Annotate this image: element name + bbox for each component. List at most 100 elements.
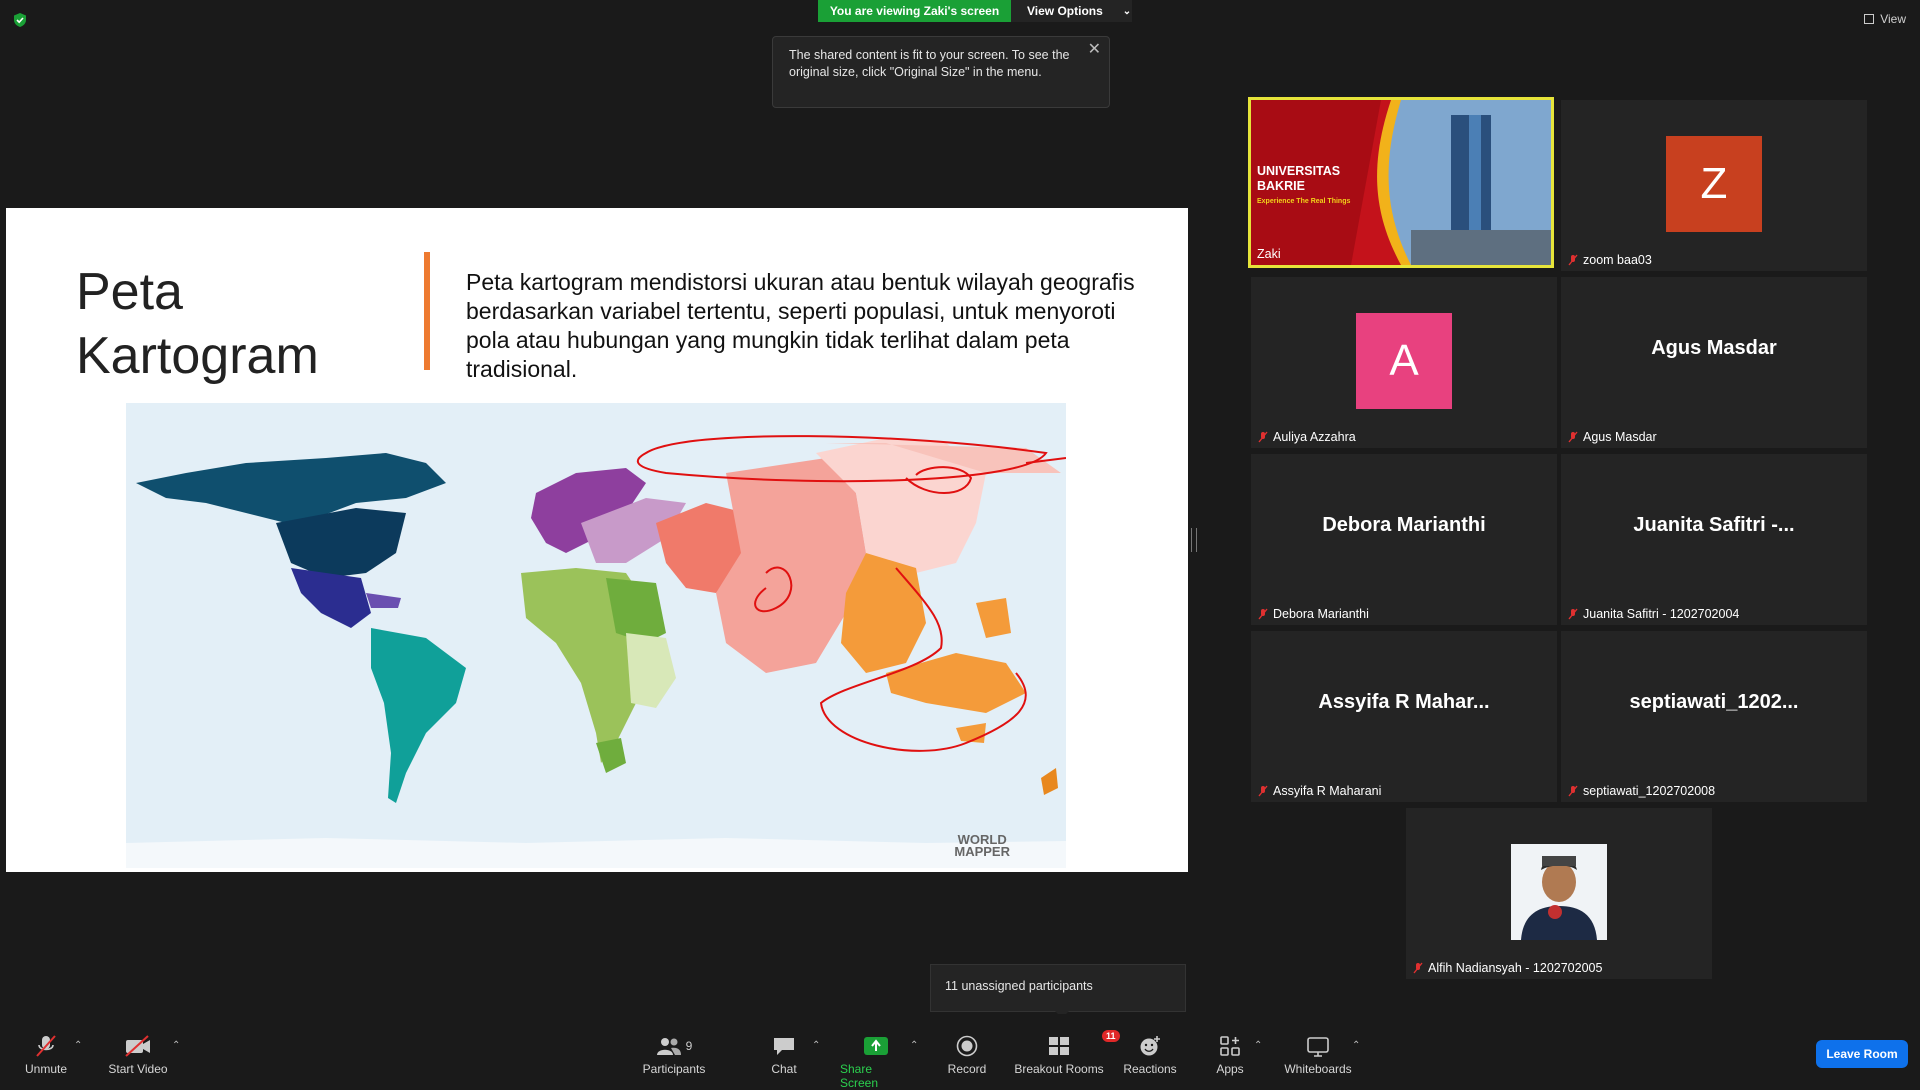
participant-name: septiawati_1202702008	[1567, 784, 1715, 798]
video-tile-alfih-nadiansyah[interactable]: Alfih Nadiansyah - 1202702005	[1406, 808, 1712, 979]
mic-muted-icon	[1568, 785, 1578, 797]
participant-name: Juanita Safitri - 1202702004	[1567, 607, 1739, 621]
breakout-rooms-button[interactable]: 11 Breakout Rooms	[1014, 1030, 1120, 1076]
cartogram-map: WORLD MAPPER	[126, 403, 1066, 868]
audio-options-caret[interactable]: ⌃	[74, 1040, 82, 1051]
apps-icon	[1220, 1036, 1240, 1056]
view-options-label: View Options	[1027, 4, 1103, 18]
participant-name-label: Auliya Azzahra	[1273, 430, 1356, 444]
start-video-label: Start Video	[108, 1062, 168, 1076]
participant-display-name: Juanita Safitri -...	[1633, 514, 1795, 536]
panel-resize-handle[interactable]	[1191, 528, 1197, 552]
mic-muted-icon	[1568, 608, 1578, 620]
participant-name-label: Debora Marianthi	[1273, 607, 1369, 621]
worldmapper-logo: WORLD MAPPER	[954, 833, 1010, 859]
participant-name: Assyifa R Maharani	[1257, 784, 1381, 798]
participant-name-label: Juanita Safitri - 1202702004	[1583, 607, 1740, 621]
chat-label: Chat	[771, 1062, 797, 1076]
fit-to-screen-tooltip: The shared content is fit to your screen…	[772, 36, 1110, 108]
grid-view-icon	[1864, 14, 1875, 24]
record-label: Record	[947, 1062, 987, 1076]
record-button[interactable]: Record	[946, 1032, 988, 1076]
whiteboards-button[interactable]: Whiteboards	[1282, 1032, 1354, 1076]
participants-label: Participants	[642, 1062, 706, 1076]
share-screen-button[interactable]: Share Screen	[840, 1032, 912, 1090]
participant-display-name: Agus Masdar	[1651, 337, 1777, 359]
slide-accent-bar	[424, 252, 430, 370]
reactions-label: Reactions	[1123, 1062, 1177, 1076]
video-tile-auliya-azzahra[interactable]: A Auliya Azzahra	[1251, 277, 1557, 448]
participant-name-label: Assyifa R Maharani	[1273, 784, 1382, 798]
video-tile-zaki[interactable]: UNIVERSITAS BAKRIE Experience The Real T…	[1248, 97, 1554, 268]
video-options-caret[interactable]: ⌃	[172, 1040, 180, 1051]
banner-tagline: Experience The Real Things	[1257, 198, 1351, 205]
participant-name: Alfih Nadiansyah - 1202702005	[1412, 961, 1602, 975]
apps-button[interactable]: Apps	[1212, 1032, 1248, 1076]
view-options-button[interactable]: View Options ⌄	[1011, 0, 1132, 22]
slide-title-line1: Peta	[76, 263, 183, 321]
apps-label: Apps	[1216, 1062, 1244, 1076]
mic-muted-icon	[1258, 608, 1268, 620]
chevron-down-icon: ⌄	[1122, 5, 1132, 17]
participant-name: zoom baa03	[1567, 253, 1652, 267]
viewing-screen-indicator: You are viewing Zaki's screen	[818, 0, 1011, 22]
video-tile-zoom-baa03[interactable]: Z zoom baa03	[1561, 100, 1867, 271]
video-tile-agus-masdar[interactable]: Agus Masdar Agus Masdar	[1561, 277, 1867, 448]
video-tile-juanita-safitri[interactable]: Juanita Safitri -... Juanita Safitri - 1…	[1561, 454, 1867, 625]
participants-count: 9	[685, 1039, 693, 1053]
reactions-button[interactable]: Reactions	[1122, 1032, 1178, 1076]
zaki-shared-thumbnail: UNIVERSITAS BAKRIE Experience The Real T…	[1251, 100, 1551, 265]
unassigned-participants-popover[interactable]: 11 unassigned participants	[930, 964, 1186, 1018]
share-options-caret[interactable]: ⌃	[910, 1040, 918, 1051]
start-video-button[interactable]: Start Video	[106, 1032, 170, 1076]
participant-name: Auliya Azzahra	[1257, 430, 1356, 444]
view-menu-button[interactable]: View	[1864, 12, 1906, 26]
breakout-rooms-badge: 11	[1102, 1030, 1120, 1042]
participant-name: Debora Marianthi	[1257, 607, 1369, 621]
security-shield-icon[interactable]	[12, 12, 28, 28]
profile-photo	[1511, 844, 1607, 940]
slide-title: Peta Kartogram	[76, 260, 319, 388]
avatar: Z	[1666, 136, 1762, 232]
video-tile-septiawati[interactable]: septiawati_1202... septiawati_1202702008	[1561, 631, 1867, 802]
participant-display-name: septiawati_1202...	[1629, 691, 1799, 713]
participants-button[interactable]: 9 Participants	[642, 1032, 706, 1076]
avatar	[1511, 844, 1607, 940]
mic-muted-icon	[1568, 254, 1578, 266]
reactions-icon	[1140, 1036, 1160, 1056]
participant-display-name: Assyifa R Mahar...	[1318, 691, 1490, 713]
chat-button[interactable]: Chat	[766, 1032, 802, 1076]
mic-muted-icon	[1258, 785, 1268, 797]
participant-display-name: Debora Marianthi	[1322, 514, 1486, 536]
chat-options-caret[interactable]: ⌃	[812, 1040, 820, 1051]
share-screen-label: Share Screen	[840, 1062, 879, 1090]
video-tile-assyifa-r-maharani[interactable]: Assyifa R Mahar... Assyifa R Maharani	[1251, 631, 1557, 802]
participant-name: Zaki	[1257, 247, 1281, 261]
apps-options-caret[interactable]: ⌃	[1254, 1040, 1262, 1051]
unmute-label: Unmute	[24, 1062, 68, 1076]
whiteboards-options-caret[interactable]: ⌃	[1352, 1040, 1360, 1051]
banner-title: UNIVERSITAS BAKRIE Experience The Real T…	[1257, 164, 1350, 209]
avatar: A	[1356, 313, 1452, 409]
unassigned-participants-text: 11 unassigned participants	[945, 979, 1093, 993]
participant-name: Agus Masdar	[1567, 430, 1657, 444]
breakout-rooms-label: Breakout Rooms	[1014, 1062, 1104, 1076]
participant-name-label: Alfih Nadiansyah - 1202702005	[1428, 961, 1603, 975]
whiteboards-label: Whiteboards	[1284, 1062, 1352, 1076]
video-off-icon	[125, 1035, 150, 1057]
close-icon[interactable]: ✕	[1088, 41, 1101, 58]
slide-body-text: Peta kartogram mendistorsi ukuran atau b…	[466, 269, 1135, 382]
breakout-rooms-icon	[1049, 1037, 1069, 1055]
map-logo-line2: MAPPER	[954, 844, 1010, 859]
participant-name-label: Zaki	[1257, 247, 1281, 261]
unmute-button[interactable]: Unmute	[22, 1032, 70, 1076]
share-screen-icon	[864, 1037, 888, 1055]
record-icon	[956, 1035, 978, 1057]
leave-room-button[interactable]: Leave Room	[1816, 1040, 1908, 1068]
video-tile-debora-marianthi[interactable]: Debora Marianthi Debora Marianthi	[1251, 454, 1557, 625]
participants-icon	[656, 1038, 681, 1055]
banner-title-line2: BAKRIE	[1257, 179, 1305, 193]
tooltip-text: The shared content is fit to your screen…	[789, 48, 1070, 79]
participant-name-label: septiawati_1202702008	[1583, 784, 1716, 798]
view-label: View	[1880, 12, 1906, 26]
